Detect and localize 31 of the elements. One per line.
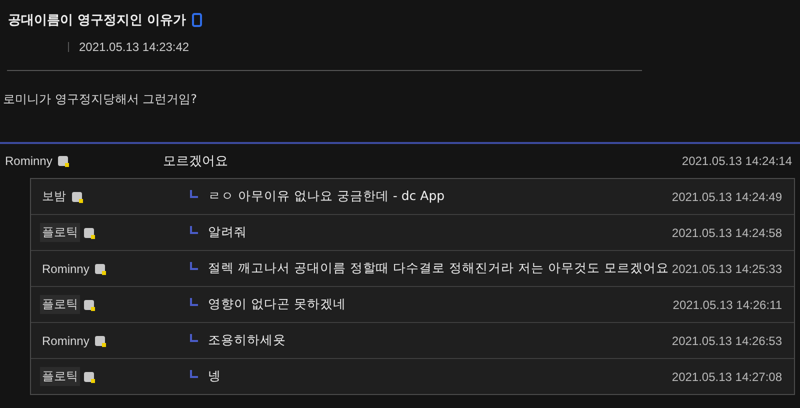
post-date: 2021.05.13 14:23:42 <box>79 40 190 54</box>
reply-text: 절렉 깨고나서 공대이름 정할때 다수결로 정해진거라 저는 아무것도 모르겠어요 <box>208 260 670 277</box>
reply-nickname[interactable]: 플로틱 <box>40 223 80 242</box>
reply-date: 2021.05.13 14:25:33 <box>672 262 782 276</box>
reply-date: 2021.05.13 14:24:58 <box>672 226 782 240</box>
reply-date: 2021.05.13 14:26:53 <box>672 334 782 348</box>
reply-text: ㄹㅇ 아무이유 없나요 궁금한데 - dc App <box>208 188 446 205</box>
reply-nickname[interactable]: Rominny <box>40 260 92 276</box>
comment-date: 2021.05.13 14:24:14 <box>682 154 792 168</box>
post-title: 공대이름이 영구정지인 이유가 <box>8 12 186 29</box>
reply-icon <box>190 298 198 306</box>
reply-date: 2021.05.13 14:26:11 <box>672 298 782 312</box>
comment-text: 모르겠어요 <box>163 153 229 170</box>
reply-text: 알려줘 <box>208 224 248 241</box>
reply-icon <box>190 370 198 378</box>
reply-icon <box>190 226 198 234</box>
reply-text: 넹 <box>208 368 222 385</box>
reply-icon <box>190 190 198 198</box>
reply-icon <box>190 334 198 342</box>
reply-nickname[interactable]: Rominny <box>40 332 92 348</box>
reply-nickname[interactable]: 플로틱 <box>40 295 80 314</box>
reply-date: 2021.05.13 14:27:08 <box>672 370 782 384</box>
post-body: 로미니가 영구정지당해서 그런거임? <box>2 91 198 108</box>
reply-nickname[interactable]: 보밤 <box>40 187 68 206</box>
phone-icon <box>192 13 202 27</box>
reply-text: 영향이 없다곤 못하겠네 <box>208 296 347 313</box>
reply-icon <box>190 262 198 270</box>
comment-nickname[interactable]: Rominny <box>3 153 54 169</box>
reply-date: 2021.05.13 14:24:49 <box>672 190 782 204</box>
reply-nickname[interactable]: 플로틱 <box>40 367 80 386</box>
reply-text: 조용히하세욧 <box>208 332 287 349</box>
